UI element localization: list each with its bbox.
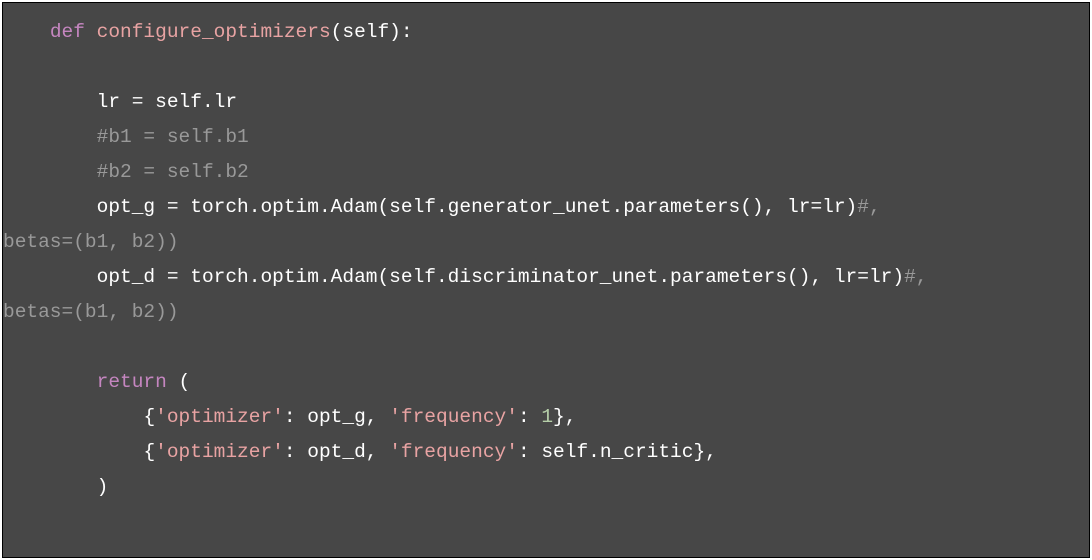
code-block: def configure_optimizers(self): lr = sel… xyxy=(2,2,1090,558)
code-line: opt_d = torch.optim.Adam(self.discrimina… xyxy=(3,266,939,288)
code-line: ) xyxy=(3,476,108,498)
code-line: {'optimizer': opt_d, 'frequency': self.n… xyxy=(3,441,717,463)
code-line: lr = self.lr xyxy=(3,91,237,113)
code-content: def configure_optimizers(self): lr = sel… xyxy=(3,15,1089,505)
code-line: betas=(b1, b2)) xyxy=(3,231,179,253)
code-line: {'optimizer': opt_g, 'frequency': 1}, xyxy=(3,406,576,428)
code-line: return ( xyxy=(3,371,190,393)
code-line: #b2 = self.b2 xyxy=(3,161,249,183)
code-line: betas=(b1, b2)) xyxy=(3,301,179,323)
code-line: #b1 = self.b1 xyxy=(3,126,249,148)
code-line: def configure_optimizers(self): xyxy=(3,21,413,43)
code-line: opt_g = torch.optim.Adam(self.generator_… xyxy=(3,196,892,218)
